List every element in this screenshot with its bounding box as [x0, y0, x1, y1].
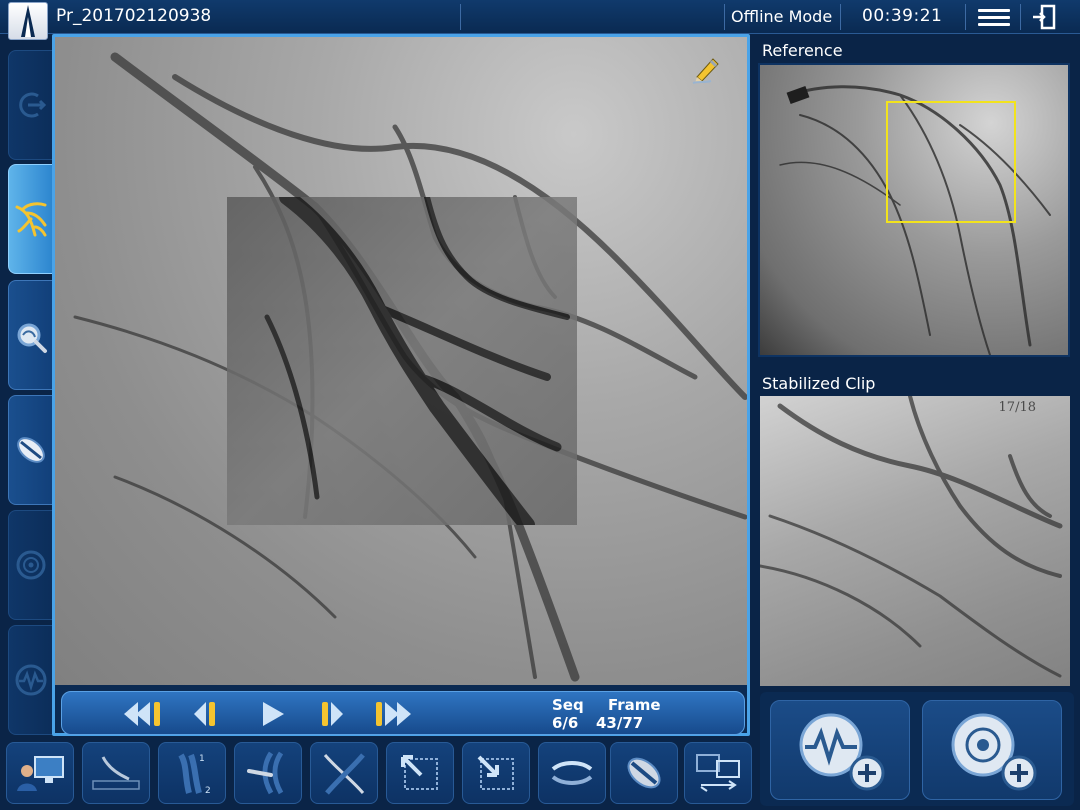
vessel-probe-icon: [247, 751, 284, 795]
frame-label: Frame: [608, 696, 661, 714]
clip-frame-counter: 17/18: [998, 400, 1036, 415]
playback-bar[interactable]: Seq Frame 6/6 43/77: [61, 691, 745, 735]
crossing-lines-button[interactable]: [310, 742, 378, 804]
elapsed-time: 00:39:21: [862, 6, 943, 26]
add-waveform-button[interactable]: [770, 700, 910, 800]
reference-label: Reference: [762, 41, 843, 60]
magnified-region[interactable]: [227, 189, 577, 533]
magnifier-button[interactable]: [8, 280, 52, 390]
add-target-button[interactable]: [922, 700, 1062, 800]
step-forward-icon[interactable]: [318, 700, 348, 728]
magnifier-icon: [17, 323, 47, 353]
divider: [724, 4, 725, 30]
main-viewer[interactable]: Seq Frame 6/6 43/77: [52, 34, 750, 736]
procedure-title: Pr_201702120938: [56, 6, 212, 26]
stent-view-button[interactable]: [610, 742, 678, 804]
skip-to-end-icon[interactable]: [372, 700, 416, 728]
target-icon: [16, 550, 45, 580]
reference-image[interactable]: [758, 63, 1070, 357]
step-back-icon[interactable]: [190, 700, 220, 728]
hamburger-menu-icon[interactable]: [978, 6, 1010, 28]
waveform-icon: [15, 664, 46, 696]
divider: [840, 4, 841, 30]
play-icon[interactable]: [258, 700, 288, 728]
stent-icon: [16, 437, 45, 463]
roi-shrink-icon: [477, 755, 514, 790]
workstation-icon: [17, 756, 64, 791]
exit-icon[interactable]: [1030, 3, 1058, 31]
compare-screens-button[interactable]: [684, 742, 752, 804]
compare-screens-icon: [696, 754, 740, 792]
angiogram-image[interactable]: [55, 37, 747, 685]
top-bar: Pr_201702120938 Offline Mode 00:39:21: [0, 0, 1080, 40]
workstation-button[interactable]: [6, 742, 74, 804]
vessel-probe-button[interactable]: [234, 742, 302, 804]
pencil-icon[interactable]: [691, 53, 721, 85]
seq-value: 6/6: [552, 714, 579, 732]
mode-status: Offline Mode: [731, 7, 833, 26]
measure-button[interactable]: [82, 742, 150, 804]
divider: [460, 4, 461, 30]
vessel-1-2-icon: 1 2: [178, 753, 211, 796]
divider: [1020, 4, 1021, 30]
frame-value: 43/77: [596, 714, 644, 732]
stent-icon: [627, 757, 661, 789]
sync-arrows-icon: [551, 761, 593, 785]
svg-text:2: 2: [205, 786, 211, 796]
waveform-add-icon: [799, 713, 885, 791]
stabilized-clip-image[interactable]: 17/18: [760, 396, 1070, 686]
vessel-segment-button[interactable]: 1 2: [158, 742, 226, 804]
roi-expand-button[interactable]: [386, 742, 454, 804]
waveform-button[interactable]: [8, 625, 52, 735]
undo-icon: [18, 92, 46, 118]
logo-icon: [21, 5, 35, 37]
skip-to-start-icon[interactable]: [120, 700, 164, 728]
crossing-lines-icon: [323, 753, 365, 795]
stabilized-vessels: [760, 396, 1063, 678]
magnified-vessels: [264, 189, 570, 533]
roi-shrink-button[interactable]: [462, 742, 530, 804]
vessel-tree-button[interactable]: [8, 164, 52, 274]
target-button[interactable]: [8, 510, 52, 620]
target-add-icon: [951, 713, 1037, 791]
stent-button[interactable]: [8, 395, 52, 505]
reference-roi-box[interactable]: [886, 101, 1016, 223]
roi-expand-icon: [401, 755, 438, 790]
sync-button[interactable]: [538, 742, 606, 804]
ruler-icon: [92, 756, 140, 790]
seq-label: Seq: [552, 696, 584, 714]
add-actions-panel: [760, 692, 1074, 806]
undo-button[interactable]: [8, 50, 52, 160]
svg-text:1: 1: [199, 754, 205, 764]
app-logo: [8, 2, 48, 40]
vessel-tree-icon: [15, 202, 46, 237]
stabilized-clip-label: Stabilized Clip: [762, 374, 876, 393]
divider: [965, 4, 966, 30]
